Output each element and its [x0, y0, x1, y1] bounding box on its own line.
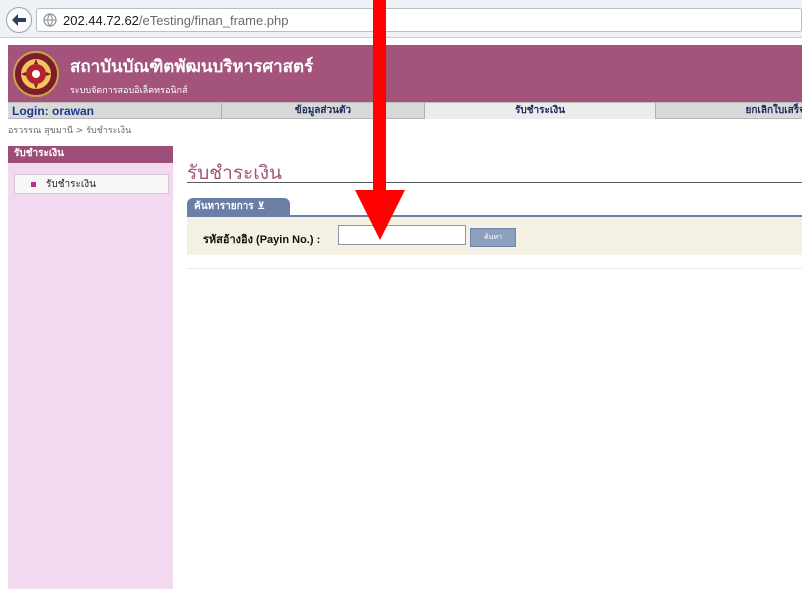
- content-divider: [187, 268, 802, 269]
- sidebar-item-label: รับชำระเงิน: [46, 178, 96, 190]
- tab-receive-payment[interactable]: รับชำระเงิน: [424, 103, 655, 119]
- institution-name: สถาบันบัณฑิตพัฒนบริหารศาสตร์: [70, 57, 314, 77]
- title-divider: [187, 182, 802, 183]
- search-section-tab[interactable]: ค้นหารายการ ⊻: [187, 198, 290, 215]
- browser-toolbar: 202.44.72.62/eTesting/finan_frame.php: [0, 0, 802, 38]
- system-name: ระบบจัดการสอบอิเล็คทรอนิกส์: [70, 86, 188, 96]
- institution-logo-icon: [13, 51, 59, 97]
- search-button[interactable]: ค้นหา: [470, 228, 516, 247]
- tab-personal-info[interactable]: ข้อมูลส่วนตัว: [221, 103, 424, 119]
- page: 202.44.72.62/eTesting/finan_frame.php สถ…: [0, 0, 802, 589]
- globe-icon: [43, 13, 57, 27]
- url-host: 202.44.72.62: [63, 12, 139, 28]
- top-nav: Login: orawan ข้อมูลส่วนตัว รับชำระเงิน …: [8, 102, 802, 119]
- payin-no-label: รหัสอ้างอิง (Payin No.) :: [203, 234, 321, 246]
- search-panel: รหัสอ้างอิง (Payin No.) : ค้นหา: [187, 215, 802, 255]
- page-title: รับชำระเงิน: [187, 162, 282, 184]
- login-label: Login: orawan: [12, 104, 94, 118]
- back-arrow-icon: [12, 14, 26, 26]
- red-down-arrow-icon: [373, 0, 386, 196]
- tab-cancel-receipt[interactable]: ยกเลิกใบเสร็จ: [655, 103, 802, 119]
- breadcrumb-bar: อรวรรณ สุขมานี > รับชำระเงิน: [8, 119, 802, 141]
- red-arrow-head-icon: [355, 190, 405, 240]
- sidebar-heading: รับชำระเงิน: [8, 146, 173, 163]
- breadcrumb: อรวรรณ สุขมานี > รับชำระเงิน: [8, 126, 132, 136]
- sidebar: รับชำระเงิน รับชำระเงิน: [8, 146, 173, 589]
- back-button[interactable]: [6, 7, 32, 33]
- bullet-icon: [31, 181, 36, 187]
- url-path: /eTesting/finan_frame.php: [138, 12, 289, 28]
- address-bar[interactable]: 202.44.72.62/eTesting/finan_frame.php: [36, 8, 802, 32]
- sidebar-item-receive-payment[interactable]: รับชำระเงิน: [14, 174, 169, 194]
- site-header: สถาบันบัณฑิตพัฒนบริหารศาสตร์ ระบบจัดการส…: [8, 45, 802, 102]
